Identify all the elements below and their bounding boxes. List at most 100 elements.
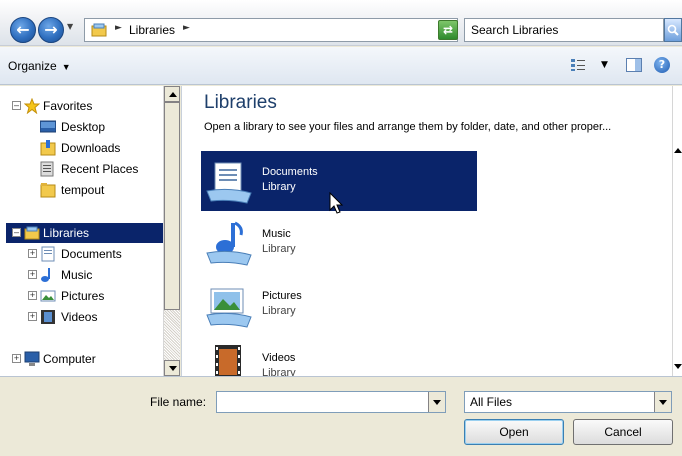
pictures-icon — [40, 290, 56, 302]
nav-item-label: Favorites — [43, 99, 93, 113]
expand-icon[interactable]: + — [28, 312, 37, 321]
library-item-music[interactable]: Music Library — [201, 213, 477, 273]
file-type-value: All Files — [470, 395, 513, 409]
expand-icon[interactable]: + — [28, 270, 37, 279]
recent-pages-dropdown-icon[interactable]: ▼ — [67, 22, 73, 31]
library-type: Library — [262, 305, 296, 317]
refresh-icon: ⇄ — [442, 23, 454, 37]
nav-item-libraries[interactable]: – Libraries — [6, 223, 163, 243]
view-options-dropdown-icon[interactable]: ▼ — [601, 60, 608, 70]
nav-item-documents[interactable]: + Documents — [0, 244, 163, 264]
libraries-icon — [91, 23, 107, 37]
help-icon: ? — [658, 58, 666, 71]
command-bar: Organize ▼ ▼ ? — [0, 47, 682, 85]
scroll-up-icon[interactable] — [674, 148, 682, 153]
nav-item-label: Videos — [61, 310, 98, 324]
file-name-input[interactable] — [216, 391, 446, 413]
library-item-pictures[interactable]: Pictures Library — [201, 275, 477, 335]
recent-places-icon — [40, 161, 54, 177]
nav-item-label: Libraries — [43, 226, 90, 240]
nav-item-videos[interactable]: + Videos — [0, 307, 163, 327]
videos-icon — [41, 310, 55, 324]
documents-library-icon — [206, 162, 252, 204]
scroll-up-button[interactable] — [164, 86, 180, 102]
folder-icon — [40, 183, 56, 198]
breadcrumb-item-libraries[interactable]: Libraries — [129, 23, 175, 37]
search-button[interactable] — [664, 18, 682, 42]
breadcrumb-separator-icon[interactable]: ► — [183, 23, 190, 33]
computer-icon — [24, 351, 40, 366]
library-name: Documents — [262, 166, 318, 178]
library-name: Music — [262, 228, 291, 240]
expand-icon[interactable]: + — [28, 249, 37, 258]
search-input[interactable]: Search Libraries — [464, 18, 664, 42]
videos-library-icon — [215, 345, 241, 376]
library-type: Library — [262, 181, 296, 193]
navigation-pane: – Favorites Desktop Downloads Recent Pla… — [0, 86, 180, 376]
pictures-library-icon — [206, 288, 252, 328]
collapse-icon[interactable]: – — [12, 101, 21, 110]
page-title: Libraries — [204, 92, 277, 113]
file-type-dropdown-button[interactable] — [654, 392, 671, 412]
nav-item-computer[interactable]: + Computer — [0, 349, 163, 369]
scroll-down-button[interactable] — [164, 360, 180, 376]
nav-item-favorites[interactable]: – Favorites — [0, 96, 163, 116]
address-bar: ← → ▼ ► Libraries ► ▼ ⇄ Search Libraries — [0, 0, 682, 46]
scroll-track[interactable] — [164, 310, 180, 360]
documents-icon — [41, 246, 55, 262]
star-icon — [24, 98, 40, 114]
nav-item-downloads[interactable]: Downloads — [0, 138, 163, 158]
music-library-icon — [206, 221, 252, 266]
refresh-button[interactable]: ⇄ — [438, 20, 458, 40]
scroll-down-icon[interactable] — [674, 364, 682, 369]
file-type-select[interactable]: All Files — [464, 391, 672, 413]
library-name: Videos — [262, 352, 296, 364]
breadcrumb[interactable]: ► Libraries ► ▼ — [84, 18, 458, 42]
file-name-dropdown-button[interactable] — [428, 392, 445, 412]
content-scrollbar[interactable] — [672, 86, 682, 376]
breadcrumb-separator-icon[interactable]: ► — [115, 23, 122, 33]
libraries-icon — [24, 226, 40, 240]
library-view: Libraries Open a library to see your fil… — [181, 86, 672, 376]
library-item-videos[interactable]: Videos Library — [201, 337, 477, 376]
file-dialog-footer: File name: All Files Open Cancel — [0, 376, 682, 456]
nav-item-tempout[interactable]: tempout — [0, 180, 163, 200]
chevron-down-icon: ▼ — [61, 62, 71, 72]
collapse-icon[interactable]: – — [12, 228, 21, 237]
nav-item-label: Downloads — [61, 141, 121, 155]
library-name: Pictures — [262, 290, 302, 302]
nav-item-label: Documents — [61, 247, 122, 261]
organize-label: Organize — [8, 59, 57, 73]
back-arrow-icon: ← — [16, 20, 30, 39]
cancel-button[interactable]: Cancel — [573, 419, 673, 445]
nav-item-recent-places[interactable]: Recent Places — [0, 159, 163, 179]
scroll-thumb[interactable] — [164, 102, 180, 310]
help-button[interactable]: ? — [654, 57, 670, 73]
preview-pane-button[interactable] — [626, 58, 642, 72]
navigation-pane-scrollbar[interactable] — [163, 86, 180, 376]
nav-item-label: Pictures — [61, 289, 105, 303]
nav-item-pictures[interactable]: + Pictures — [0, 286, 163, 306]
forward-arrow-icon: → — [44, 20, 58, 39]
expand-icon[interactable]: + — [12, 354, 21, 363]
open-button[interactable]: Open — [464, 419, 564, 445]
organize-button[interactable]: Organize ▼ — [8, 59, 71, 73]
nav-item-label: Recent Places — [61, 162, 139, 176]
nav-item-label: tempout — [61, 183, 105, 197]
expand-icon[interactable]: + — [28, 291, 37, 300]
mouse-pointer-icon — [329, 192, 344, 214]
change-view-icon[interactable] — [570, 58, 586, 72]
nav-item-music[interactable]: + Music — [0, 265, 163, 285]
nav-item-label: Computer — [43, 352, 96, 366]
forward-button[interactable]: → — [38, 17, 64, 43]
nav-item-label: Desktop — [61, 120, 106, 134]
music-icon — [41, 268, 50, 282]
library-type: Library — [262, 243, 296, 255]
back-button[interactable]: ← — [10, 17, 36, 43]
nav-item-desktop[interactable]: Desktop — [0, 117, 163, 137]
page-subtitle: Open a library to see your files and arr… — [204, 121, 612, 133]
desktop-icon — [40, 120, 56, 133]
library-type: Library — [262, 367, 296, 376]
file-name-label: File name: — [150, 395, 207, 409]
search-icon — [667, 24, 679, 36]
